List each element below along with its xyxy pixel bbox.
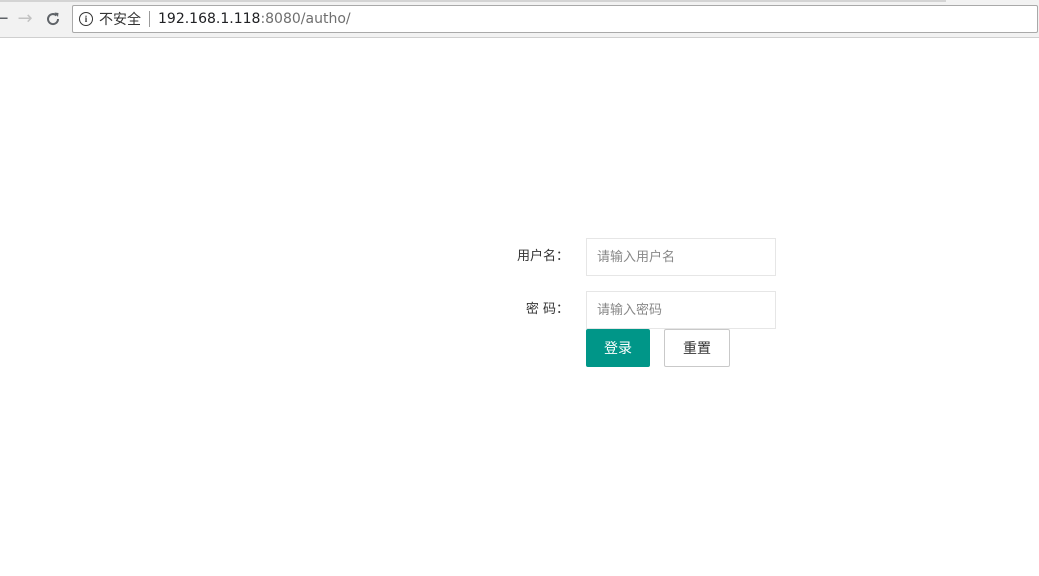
url-host[interactable]: 192.168.1.118 bbox=[158, 11, 260, 27]
tab-strip bbox=[0, 0, 946, 2]
info-icon[interactable]: i bbox=[79, 12, 93, 26]
username-input[interactable] bbox=[586, 238, 776, 276]
reload-icon[interactable] bbox=[42, 8, 64, 30]
address-divider bbox=[149, 11, 150, 27]
browser-toolbar: ← → i 不安全 192.168.1.118:8080/autho/ bbox=[0, 0, 1039, 38]
password-label: 密 码： bbox=[525, 302, 569, 317]
url-path[interactable]: :8080/autho/ bbox=[260, 11, 350, 27]
login-button[interactable]: 登录 bbox=[586, 329, 650, 367]
reset-button[interactable]: 重置 bbox=[664, 329, 730, 367]
username-label: 用户名： bbox=[516, 249, 569, 264]
arrow-right-icon[interactable]: → bbox=[14, 8, 36, 30]
password-input[interactable] bbox=[586, 291, 776, 329]
arrow-left-icon[interactable]: ← bbox=[0, 8, 12, 30]
username-row: 用户名： bbox=[0, 238, 1039, 276]
password-row: 密 码： bbox=[0, 291, 1039, 329]
address-bar[interactable]: i 不安全 192.168.1.118:8080/autho/ bbox=[72, 5, 1038, 33]
security-label[interactable]: 不安全 bbox=[99, 9, 141, 29]
reload-icon-glyph bbox=[47, 12, 60, 26]
